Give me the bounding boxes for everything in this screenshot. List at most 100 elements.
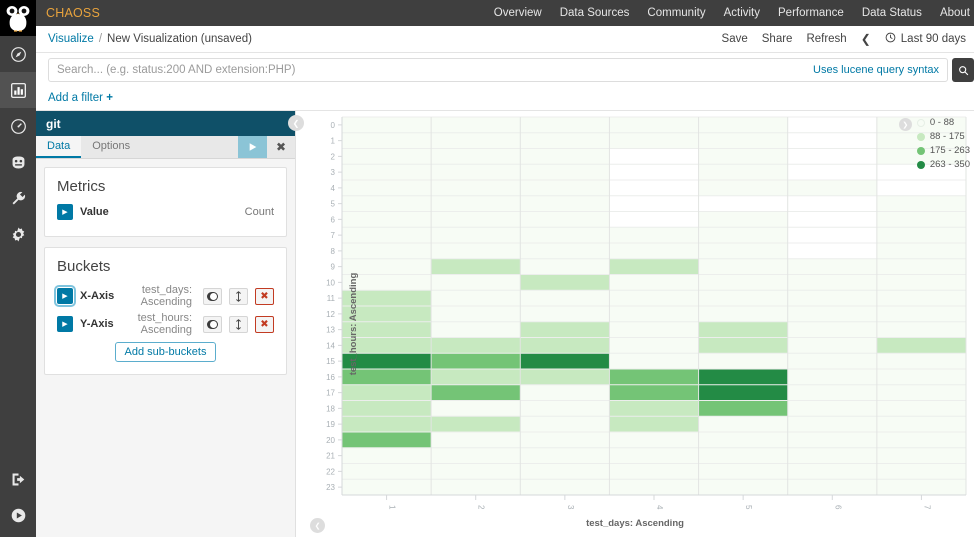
heatmap-cell[interactable] [520, 416, 610, 432]
heatmap-cell[interactable] [520, 274, 610, 291]
heatmap-cell[interactable] [342, 463, 432, 480]
wrench-icon[interactable] [0, 180, 36, 216]
heatmap-cell[interactable] [431, 290, 521, 306]
bucket-row-y-axis[interactable]: ▶ Y-Axis test_hours: Ascending ✖ [57, 312, 274, 336]
heatmap-cell[interactable] [520, 195, 610, 212]
heatmap-cell[interactable] [342, 416, 432, 432]
heatmap-cell[interactable] [520, 258, 610, 275]
heatmap-cell[interactable] [609, 306, 699, 322]
heatmap-cell[interactable] [342, 164, 432, 180]
heatmap-cell[interactable] [787, 400, 877, 417]
compass-icon[interactable] [0, 36, 36, 72]
heatmap-cell[interactable] [698, 337, 788, 354]
heatmap-cell[interactable] [342, 432, 432, 448]
legend-item[interactable]: 88 - 175 [916, 131, 970, 142]
lucene-syntax-link[interactable]: Uses lucene query syntax [813, 64, 939, 76]
heatmap-cell[interactable] [609, 258, 699, 275]
heatmap-cell[interactable] [342, 400, 432, 417]
heatmap-cell[interactable] [876, 227, 966, 243]
heatmap-cell[interactable] [698, 211, 788, 228]
heatmap-cell[interactable] [698, 306, 788, 322]
heatmap-cell[interactable] [609, 463, 699, 480]
caret-right-icon[interactable]: ▶ [57, 204, 73, 220]
clock-dashboard-icon[interactable] [0, 108, 36, 144]
heatmap-cell[interactable] [609, 117, 699, 133]
gear-icon[interactable] [0, 216, 36, 252]
heatmap-cell[interactable] [876, 290, 966, 306]
toggle-on-icon[interactable] [203, 287, 222, 305]
legend-item[interactable]: 0 - 88 [916, 117, 970, 128]
legend-item[interactable]: 175 - 263 [916, 145, 970, 156]
heatmap-cell[interactable] [787, 416, 877, 432]
heatmap-cell[interactable] [520, 321, 610, 338]
heatmap-svg[interactable]: 012345678910111213141516171819202122231 2… [296, 111, 974, 537]
add-sub-buckets-button[interactable]: Add sub-buckets [114, 342, 217, 362]
caret-right-icon[interactable]: ▶ [54, 285, 76, 307]
heatmap-cell[interactable] [698, 369, 788, 385]
heatmap-cell[interactable] [876, 416, 966, 432]
heatmap-cell[interactable] [787, 447, 877, 464]
legend-item[interactable]: 263 - 350 [916, 159, 970, 170]
heatmap-cell[interactable] [431, 400, 521, 417]
heatmap-cell[interactable] [431, 369, 521, 385]
heatmap-cell[interactable] [698, 353, 788, 369]
move-vertical-icon[interactable] [229, 315, 248, 333]
nav-link-data-sources[interactable]: Data Sources [560, 7, 630, 19]
heatmap-cell[interactable] [609, 274, 699, 291]
heatmap-cell[interactable] [431, 463, 521, 480]
heatmap-cell[interactable] [787, 290, 877, 306]
heatmap-cell[interactable] [609, 353, 699, 369]
heatmap-cell[interactable] [431, 337, 521, 354]
heatmap-cell[interactable] [431, 211, 521, 228]
heatmap-cell[interactable] [876, 384, 966, 401]
remove-icon[interactable]: ✖ [255, 315, 274, 333]
play-circle-icon[interactable] [0, 497, 36, 533]
heatmap-cell[interactable] [698, 258, 788, 275]
heatmap-cell[interactable] [787, 353, 877, 369]
heatmap-cell[interactable] [342, 447, 432, 464]
heatmap-cell[interactable] [431, 243, 521, 259]
heatmap-cell[interactable] [698, 384, 788, 401]
brand-title[interactable]: CHAOSS [46, 6, 100, 20]
heatmap-cell[interactable] [698, 117, 788, 133]
heatmap-cell[interactable] [431, 180, 521, 196]
heatmap-cell[interactable] [876, 432, 966, 448]
heatmap-cell[interactable] [431, 432, 521, 448]
heatmap-cell[interactable] [431, 416, 521, 432]
heatmap-cell[interactable] [787, 384, 877, 401]
heatmap-cell[interactable] [698, 180, 788, 196]
heatmap-cell[interactable] [520, 306, 610, 322]
heatmap-cell[interactable] [342, 479, 432, 495]
heatmap-cell[interactable] [609, 290, 699, 306]
heatmap-cell[interactable] [431, 353, 521, 369]
heatmap-cell[interactable] [520, 164, 610, 180]
heatmap-cell[interactable] [431, 117, 521, 133]
heatmap-cell[interactable] [342, 117, 432, 133]
heatmap-cell[interactable] [520, 463, 610, 480]
heatmap-cell[interactable] [609, 337, 699, 354]
heatmap-cell[interactable] [520, 227, 610, 243]
nav-link-activity[interactable]: Activity [724, 7, 760, 19]
heatmap-cell[interactable] [698, 227, 788, 243]
nav-link-performance[interactable]: Performance [778, 7, 844, 19]
heatmap-cell[interactable] [342, 227, 432, 243]
heatmap-cell[interactable] [520, 479, 610, 495]
heatmap-cell[interactable] [520, 337, 610, 354]
heatmap-cell[interactable] [698, 400, 788, 417]
heatmap-cell[interactable] [609, 416, 699, 432]
close-editor-button[interactable]: ✖ [267, 136, 295, 158]
time-range-picker[interactable]: Last 90 days [885, 32, 966, 46]
heatmap-cell[interactable] [787, 321, 877, 338]
heatmap-cell[interactable] [520, 369, 610, 385]
chevron-up-icon[interactable]: ❮ [310, 518, 325, 533]
save-button[interactable]: Save [722, 33, 748, 45]
nav-link-about[interactable]: About [940, 7, 970, 19]
heatmap-cell[interactable] [520, 180, 610, 196]
heatmap-cell[interactable] [609, 400, 699, 417]
heatmap-cell[interactable] [876, 400, 966, 417]
heatmap-cell[interactable] [520, 211, 610, 228]
heatmap-cell[interactable] [342, 195, 432, 212]
heatmap-cell[interactable] [698, 447, 788, 464]
metric-row-value[interactable]: ▶ Value Count [57, 204, 274, 220]
heatmap-cell[interactable] [876, 353, 966, 369]
